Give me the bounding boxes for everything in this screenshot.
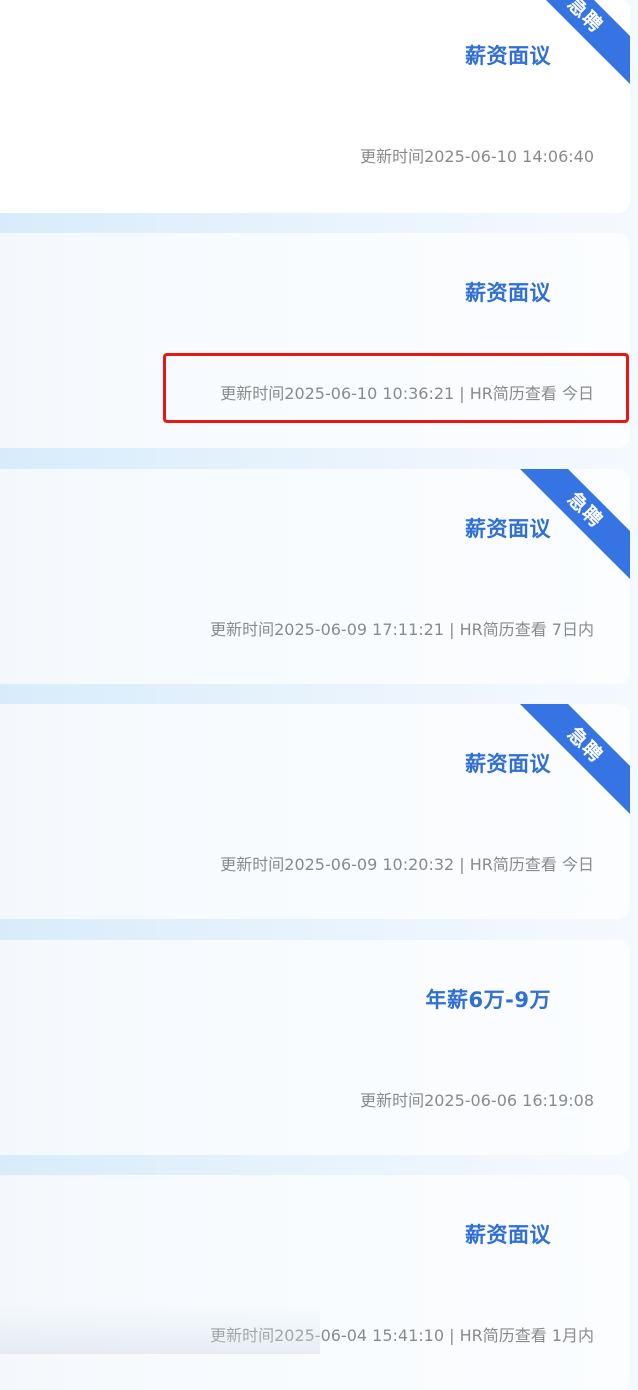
salary-label: 薪资面议 bbox=[465, 517, 551, 541]
job-card[interactable]: 薪资面议 更新时间2025-06-10 14:06:40 急聘 bbox=[0, 0, 630, 213]
update-time-text: 更新时间2025-06-09 10:20:32 | HR简历查看 今日 bbox=[220, 855, 594, 874]
salary-label: 薪资面议 bbox=[465, 44, 551, 68]
update-time-text: 更新时间2025-06-06 16:19:08 bbox=[360, 1091, 594, 1110]
highlight-box bbox=[163, 353, 629, 423]
update-time-text: 更新时间2025-06-10 14:06:40 bbox=[360, 147, 594, 166]
salary-label: 薪资面议 bbox=[465, 281, 551, 305]
update-time-text: 更新时间2025-06-09 17:11:21 | HR简历查看 7日内 bbox=[210, 620, 594, 639]
job-card[interactable]: 薪资面议 更新时间2025-06-09 10:20:32 | HR简历查看 今日… bbox=[0, 704, 630, 919]
salary-label: 年薪6万-9万 bbox=[425, 988, 551, 1012]
salary-label: 薪资面议 bbox=[465, 1223, 551, 1247]
salary-label: 薪资面议 bbox=[465, 752, 551, 776]
job-card[interactable]: 年薪6万-9万 更新时间2025-06-06 16:19:08 bbox=[0, 940, 630, 1155]
update-time-text: 更新时间2025-06-04 15:41:10 | HR简历查看 1月内 bbox=[210, 1326, 594, 1345]
job-card[interactable]: 薪资面议 更新时间2025-06-04 15:41:10 | HR简历查看 1月… bbox=[0, 1175, 630, 1390]
job-card[interactable]: 薪资面议 更新时间2025-06-09 17:11:21 | HR简历查看 7日… bbox=[0, 469, 630, 684]
